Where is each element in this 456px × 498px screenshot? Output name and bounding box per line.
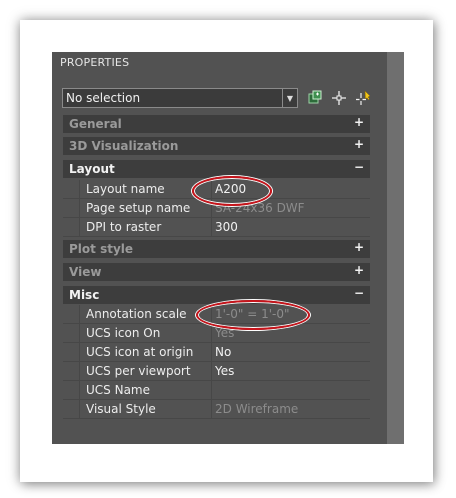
property-row-ucs-name[interactable]: UCS Name [63,381,370,400]
collapse-icon[interactable]: − [354,160,364,174]
property-name: DPI to raster [79,218,212,236]
property-name: UCS per viewport [79,362,212,380]
section-misc-label: Misc [69,288,100,302]
property-row-visual-style[interactable]: Visual Style 2D Wireframe [63,400,370,419]
section-layout[interactable]: Layout − [63,160,370,178]
section-plot-style[interactable]: Plot style + [63,240,370,258]
expand-icon[interactable]: + [354,263,364,277]
select-objects-icon[interactable] [330,88,348,108]
expand-icon[interactable]: + [354,115,364,129]
property-row-ucs-per-viewport[interactable]: UCS per viewport Yes [63,362,370,381]
property-name: UCS icon On [79,324,212,342]
palette-scroll-edge[interactable] [387,52,404,444]
property-value[interactable]: 300 [214,218,370,236]
section-layout-label: Layout [69,162,115,176]
section-view[interactable]: View + [63,263,370,281]
quick-select-icon[interactable] [306,88,324,108]
selection-dropdown[interactable]: No selection ▼ [62,88,298,108]
property-name: Visual Style [79,400,212,418]
highlight-oval-annotation-scale [196,300,310,330]
chevron-down-icon[interactable]: ▼ [282,89,297,107]
toggle-pickadd-icon[interactable] [354,88,372,108]
property-value[interactable]: Yes [214,362,370,380]
property-name: UCS Name [79,381,212,399]
section-misc[interactable]: Misc − [63,286,370,304]
palette-title: PROPERTIES [60,56,130,69]
selection-value: No selection [66,91,141,105]
section-3d-visualization[interactable]: 3D Visualization + [63,137,370,155]
section-plot-style-label: Plot style [69,242,134,256]
property-value[interactable] [214,381,370,399]
property-row-ucs-icon-on[interactable]: UCS icon On Yes [63,324,370,343]
section-3d-visualization-label: 3D Visualization [69,139,179,153]
collapse-icon[interactable]: − [354,286,364,300]
property-row-dpi-to-raster[interactable]: DPI to raster 300 [63,218,370,237]
expand-icon[interactable]: + [354,240,364,254]
section-general-label: General [69,117,122,131]
property-value[interactable]: 2D Wireframe [214,400,370,418]
property-name: Annotation scale [79,305,212,323]
section-view-label: View [69,265,102,279]
property-name: Page setup name [79,199,212,217]
property-row-ucs-icon-at-origin[interactable]: UCS icon at origin No [63,343,370,362]
highlight-oval-layout-name [192,176,272,206]
expand-icon[interactable]: + [354,137,364,151]
section-general[interactable]: General + [63,115,370,133]
property-name: UCS icon at origin [79,343,212,361]
property-value[interactable]: No [214,343,370,361]
